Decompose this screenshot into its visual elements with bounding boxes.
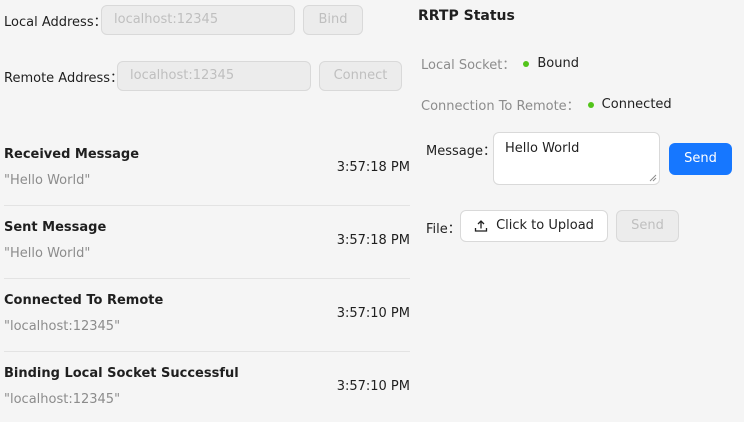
message-title: Binding Local Socket Successful [4, 366, 239, 381]
remote-address-input[interactable]: localhost:12345 [117, 61, 311, 91]
connection-label: Connection To Remote： [421, 99, 580, 114]
send-file-button[interactable]: Send [616, 210, 679, 242]
left-panel: Local Address： localhost:12345 Bind Remo… [0, 0, 410, 422]
local-socket-status: Local Socket： Bound [421, 54, 579, 73]
message-description: "localhost:12345" [4, 319, 121, 334]
bind-button[interactable]: Bind [303, 5, 363, 35]
connection-status: Connection To Remote： Connected [421, 95, 672, 114]
local-socket-value: Bound [537, 56, 579, 71]
status-panel: RRTP Status Local Socket： Bound Connecti… [418, 0, 744, 422]
connection-value: Connected [601, 97, 672, 112]
local-address-row: Local Address： localhost:12345 Bind [4, 5, 363, 35]
list-item: Received Message "Hello World" 3:57:18 P… [4, 133, 410, 206]
message-title: Connected To Remote [4, 293, 164, 308]
list-item: Binding Local Socket Successful "localho… [4, 352, 410, 422]
upload-label: Click to Upload [496, 218, 594, 233]
message-description: "Hello World" [4, 246, 91, 261]
remote-address-label: Remote Address： [4, 70, 124, 86]
app-window: Local Address： localhost:12345 Bind Remo… [0, 0, 744, 422]
list-item: Sent Message "Hello World" 3:57:18 PM [4, 206, 410, 279]
file-label: File： [426, 222, 461, 237]
message-time: 3:57:10 PM [336, 379, 410, 394]
message-label: Message： [426, 144, 496, 159]
upload-icon [474, 220, 488, 232]
upload-button[interactable]: Click to Upload [460, 210, 608, 242]
status-dot-icon [523, 60, 530, 67]
message-description: "Hello World" [4, 173, 91, 188]
message-time: 3:57:10 PM [336, 306, 410, 321]
message-textarea[interactable]: Hello World [493, 132, 660, 185]
remote-address-row: Remote Address： localhost:12345 Connect [4, 61, 402, 91]
status-title: RRTP Status [418, 8, 515, 24]
list-item: Connected To Remote "localhost:12345" 3:… [4, 279, 410, 352]
message-text: Hello World [505, 141, 580, 156]
message-title: Sent Message [4, 220, 107, 235]
resize-handle-icon[interactable] [649, 174, 657, 182]
message-log-list: Received Message "Hello World" 3:57:18 P… [4, 133, 410, 422]
connect-button[interactable]: Connect [319, 61, 402, 91]
message-title: Received Message [4, 147, 140, 162]
message-time: 3:57:18 PM [336, 233, 410, 248]
local-address-label: Local Address： [4, 14, 107, 30]
local-address-input[interactable]: localhost:12345 [101, 5, 295, 35]
message-time: 3:57:18 PM [336, 160, 410, 175]
local-socket-label: Local Socket： [421, 58, 516, 73]
send-message-button[interactable]: Send [669, 143, 732, 175]
status-dot-icon [587, 101, 594, 108]
message-description: "localhost:12345" [4, 392, 121, 407]
